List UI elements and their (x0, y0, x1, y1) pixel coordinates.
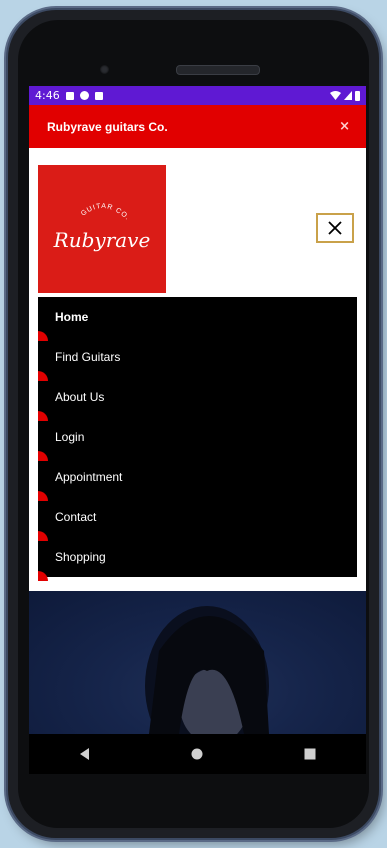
menu-item-login[interactable]: Login (38, 417, 357, 461)
menu-item-label: Contact (55, 510, 97, 524)
menu-item-label: Find Guitars (55, 350, 121, 364)
device-screen: 4:46 Rubyrave guitars Co. × GUITAR CO. R… (29, 86, 366, 734)
notification-a-icon (65, 91, 74, 100)
status-time: 4:46 (35, 89, 60, 102)
app-bar: Rubyrave guitars Co. × (29, 105, 366, 148)
menu-close-button[interactable] (316, 213, 354, 243)
system-navigation-bar (29, 734, 366, 774)
menu-accent (38, 571, 48, 581)
front-camera (100, 65, 109, 74)
status-bar: 4:46 (29, 86, 366, 105)
notification-p-icon (79, 91, 89, 100)
logo-top-text: GUITAR CO. (80, 203, 130, 222)
earpiece-speaker (176, 65, 260, 75)
sim-icon (94, 91, 103, 100)
wifi-icon (330, 91, 341, 100)
hero-image (29, 591, 366, 734)
page-content: GUITAR CO. Rubyrave Home Find Guitars Ab… (29, 148, 366, 734)
menu-item-appointment[interactable]: Appointment (38, 457, 357, 501)
menu-item-label: Shopping (55, 550, 106, 564)
recents-button[interactable] (290, 739, 330, 769)
navigation-menu: Home Find Guitars About Us Login Appoint… (38, 297, 357, 581)
menu-item-shopping[interactable]: Shopping (38, 537, 357, 581)
menu-item-label: Appointment (55, 470, 123, 484)
signal-icon (344, 91, 352, 100)
home-icon (191, 748, 203, 760)
menu-item-label: Home (55, 310, 89, 324)
svg-text:GUITAR CO.: GUITAR CO. (80, 203, 131, 222)
back-icon (80, 748, 90, 760)
battery-icon (355, 90, 360, 101)
menu-item-about-us[interactable]: About Us (38, 377, 357, 421)
app-title: Rubyrave guitars Co. (47, 119, 168, 134)
home-button[interactable] (177, 739, 217, 769)
menu-item-find-guitars[interactable]: Find Guitars (38, 337, 357, 381)
menu-item-home[interactable]: Home (38, 297, 357, 341)
hero-photo-illustration (145, 606, 269, 734)
menu-item-label: Login (55, 430, 85, 444)
logo-script-text: Rubyrave (53, 228, 151, 252)
menu-item-contact[interactable]: Contact (38, 497, 357, 541)
menu-item-label: About Us (55, 390, 105, 404)
close-icon (328, 221, 342, 235)
back-button[interactable] (65, 739, 105, 769)
recents-icon (304, 748, 316, 760)
rubyrave-logo: GUITAR CO. Rubyrave (38, 165, 166, 293)
logo-graphic: GUITAR CO. Rubyrave (53, 203, 151, 252)
close-app-button[interactable]: × (339, 119, 350, 134)
